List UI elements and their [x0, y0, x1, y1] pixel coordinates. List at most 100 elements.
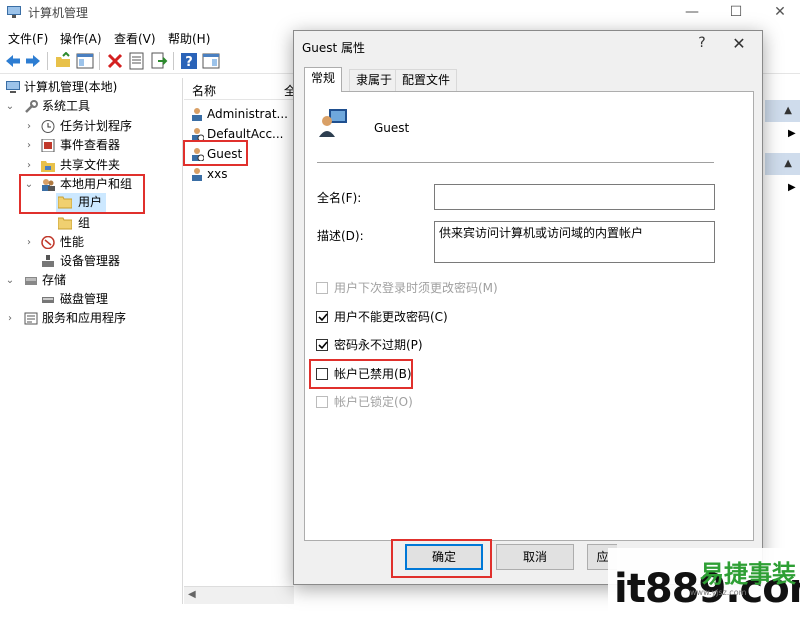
tree-label: 系统工具: [42, 99, 91, 113]
more-actions-arrow-icon[interactable]: ▶: [788, 182, 796, 193]
tree-item-event-viewer[interactable]: › 事件查看器: [0, 136, 183, 155]
chevron-down-icon[interactable]: ⌄: [5, 271, 15, 290]
checkbox-box[interactable]: [316, 282, 328, 294]
tree-item-disk-management[interactable]: 磁盘管理: [0, 290, 183, 309]
tree-label: 设备管理器: [60, 254, 121, 268]
horizontal-scrollbar[interactable]: ◀: [184, 586, 294, 604]
account-locked-checkbox[interactable]: 帐户已锁定(O): [316, 393, 616, 411]
delete-icon[interactable]: [106, 52, 124, 70]
tree-label: 事件查看器: [60, 138, 121, 152]
storage-icon: [25, 277, 37, 285]
chevron-down-icon[interactable]: ⌄: [5, 97, 15, 116]
cannot-change-password-checkbox[interactable]: 用户不能更改密码(C): [316, 308, 616, 326]
computer-management-icon: [6, 81, 20, 93]
minimize-button[interactable]: —: [672, 0, 712, 26]
window-title: 计算机管理: [28, 6, 89, 20]
user-icon: [192, 168, 202, 181]
must-change-password-checkbox[interactable]: 用户下次登录时须更改密码(M): [316, 279, 616, 297]
tools-icon: [25, 100, 38, 113]
tab-member-of[interactable]: 隶属于: [349, 69, 400, 91]
close-dialog-button[interactable]: ✕: [727, 34, 751, 53]
tree-label: 任务计划程序: [60, 119, 133, 133]
more-actions-arrow-icon[interactable]: ▶: [788, 128, 796, 139]
tree-label: 磁盘管理: [60, 292, 109, 306]
user-row-administrator[interactable]: Administrat...: [188, 104, 294, 124]
scroll-left-icon[interactable]: ◀: [188, 589, 196, 600]
show-tree-icon[interactable]: [76, 52, 94, 70]
actions-header-guest[interactable]: ▲: [765, 153, 800, 175]
clock-icon: [41, 120, 55, 133]
user-name: Administrat...: [207, 107, 288, 121]
highlight-box: [19, 174, 145, 214]
password-never-expires-checkbox[interactable]: 密码永不过期(P): [316, 336, 616, 354]
tree-label: 服务和应用程序: [42, 311, 127, 325]
menu-help[interactable]: 帮助(H): [168, 30, 210, 47]
forward-arrow-icon[interactable]: [24, 52, 42, 70]
disk-icon: [42, 297, 54, 303]
maximize-button[interactable]: ☐: [716, 0, 756, 26]
menu-file[interactable]: 文件(F): [8, 30, 48, 47]
chevron-right-icon[interactable]: ›: [24, 156, 34, 175]
account-name: Guest: [374, 121, 410, 135]
actions-header-users[interactable]: ▲: [765, 100, 800, 122]
tree-item-groups[interactable]: 组: [56, 214, 116, 233]
collapse-arrow-icon[interactable]: ▲: [784, 158, 792, 169]
computer-management-icon: [7, 6, 21, 18]
chevron-right-icon[interactable]: ›: [5, 309, 15, 328]
tab-general[interactable]: 常规: [304, 67, 343, 92]
watermark-url: www.yjsz.com: [690, 588, 747, 597]
tree-item-root[interactable]: 计算机管理(本地): [0, 78, 183, 97]
tree-item-performance[interactable]: › 性能: [0, 233, 183, 252]
show-action-pane-icon[interactable]: [202, 52, 220, 70]
user-avatar-icon: [319, 109, 347, 137]
user-row-xxs[interactable]: xxs: [188, 164, 294, 184]
tree-label: 性能: [60, 235, 85, 249]
folder-icon: [58, 217, 72, 230]
watermark: it889.com 易捷事装 www.yjsz.com: [608, 548, 800, 626]
tree-item-shared-folders[interactable]: › 共享文件夹: [0, 156, 183, 175]
cancel-button[interactable]: 取消: [496, 544, 574, 570]
menu-view[interactable]: 查看(V): [114, 30, 156, 47]
tab-profile[interactable]: 配置文件: [395, 69, 458, 91]
performance-icon: [41, 236, 55, 249]
properties-icon[interactable]: [128, 52, 146, 70]
back-arrow-icon[interactable]: [4, 52, 22, 70]
tree-item-device-manager[interactable]: 设备管理器: [0, 252, 183, 271]
checkbox-box[interactable]: [316, 396, 328, 408]
up-folder-icon[interactable]: [54, 52, 72, 70]
user-icon: [192, 108, 202, 121]
guest-properties-dialog: Guest 属性 ? ✕ 常规 隶属于 配置文件 Guest 全名(F): 描述…: [293, 30, 763, 585]
navigation-tree: 计算机管理(本地) ⌄ 系统工具 › 任务计划程序 › 事件查看器 › 共享文件…: [0, 78, 183, 604]
tree-item-services-apps[interactable]: › 服务和应用程序: [0, 309, 183, 328]
fullname-field[interactable]: [434, 184, 715, 210]
export-list-icon[interactable]: [150, 52, 168, 70]
toolbar-separator: [173, 52, 174, 70]
checkmark-icon: [318, 341, 328, 350]
checkbox-label: 密码永不过期(P): [334, 338, 423, 352]
help-button[interactable]: ?: [692, 35, 712, 51]
svg-text:?: ?: [185, 55, 193, 70]
event-viewer-icon: [41, 139, 55, 152]
toolbar-separator: [47, 52, 48, 70]
tree-label: 计算机管理(本地): [24, 80, 118, 94]
chevron-right-icon[interactable]: ›: [24, 233, 34, 252]
close-window-button[interactable]: ✕: [760, 0, 800, 26]
tree-item-system-tools[interactable]: ⌄ 系统工具: [0, 97, 183, 116]
tree-label: 共享文件夹: [60, 158, 121, 172]
checkmark-icon: [318, 313, 328, 322]
column-header-name[interactable]: 名称: [192, 82, 216, 99]
collapse-arrow-icon[interactable]: ▲: [784, 105, 792, 116]
disabled-user-icon: [192, 128, 204, 141]
tree-item-storage[interactable]: ⌄ 存储: [0, 271, 183, 290]
tree-item-task-scheduler[interactable]: › 任务计划程序: [0, 117, 183, 136]
tree-label: 组: [78, 216, 91, 230]
description-field[interactable]: 供来宾访问计算机或访问域的内置帐户: [434, 221, 715, 263]
menu-action[interactable]: 操作(A): [60, 30, 102, 47]
help-icon[interactable]: ?: [180, 52, 198, 70]
description-label: 描述(D):: [317, 229, 364, 243]
checkbox-label: 用户不能更改密码(C): [334, 310, 448, 324]
chevron-right-icon[interactable]: ›: [24, 136, 34, 155]
divider: [317, 162, 714, 163]
chevron-right-icon[interactable]: ›: [24, 117, 34, 136]
highlight-box: [183, 140, 248, 166]
